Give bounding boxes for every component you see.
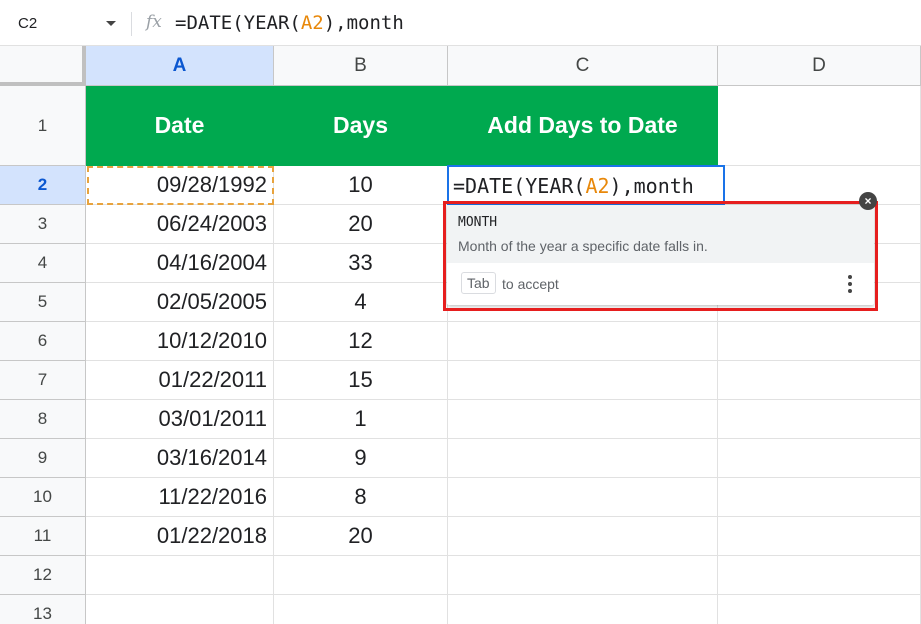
- header-cell-days[interactable]: Days: [274, 86, 448, 166]
- days-cell[interactable]: 15: [274, 361, 448, 400]
- row-header-11[interactable]: 11: [0, 517, 86, 556]
- days-cell[interactable]: 4: [274, 283, 448, 322]
- cell-d12[interactable]: [718, 556, 921, 595]
- date-cell[interactable]: 02/05/2005: [86, 283, 274, 322]
- cell-c13[interactable]: [448, 595, 718, 624]
- divider: [131, 12, 132, 36]
- date-cell[interactable]: 06/24/2003: [86, 205, 274, 244]
- date-cell[interactable]: 03/16/2014: [86, 439, 274, 478]
- header-cell-date[interactable]: Date: [86, 86, 274, 166]
- days-cell[interactable]: 1: [274, 400, 448, 439]
- days-cell[interactable]: 20: [274, 205, 448, 244]
- cell-b13[interactable]: [274, 595, 448, 624]
- cell-d9[interactable]: [718, 439, 921, 478]
- cell-c6[interactable]: [448, 322, 718, 361]
- cell-b12[interactable]: [274, 556, 448, 595]
- row-header-10[interactable]: 10: [0, 478, 86, 517]
- cell-d7[interactable]: [718, 361, 921, 400]
- date-cell[interactable]: 01/22/2018: [86, 517, 274, 556]
- editor-prefix: =DATE(YEAR(: [453, 174, 586, 198]
- row-header-12[interactable]: 12: [0, 556, 86, 595]
- column-header-b[interactable]: B: [274, 46, 448, 86]
- days-cell[interactable]: 8: [274, 478, 448, 517]
- column-header-c[interactable]: C: [448, 46, 718, 86]
- row-header-1[interactable]: 1: [0, 86, 86, 166]
- date-cell[interactable]: 11/22/2016: [86, 478, 274, 517]
- cell-d1[interactable]: [718, 86, 921, 166]
- suggestion-item[interactable]: MONTH Month of the year a specific date …: [447, 205, 874, 263]
- header-cell-add-days[interactable]: Add Days to Date: [448, 86, 718, 166]
- cell-c12[interactable]: [448, 556, 718, 595]
- row-header-13[interactable]: 13: [0, 595, 86, 624]
- row-header-7[interactable]: 7: [0, 361, 86, 400]
- name-box[interactable]: C2: [0, 0, 130, 46]
- formula-input[interactable]: =DATE(YEAR(A2),month: [175, 12, 404, 34]
- editor-suffix: ),month: [609, 174, 694, 198]
- select-all-corner[interactable]: [0, 46, 86, 86]
- row-header-8[interactable]: 8: [0, 400, 86, 439]
- days-cell[interactable]: 10: [274, 166, 448, 205]
- close-icon[interactable]: ×: [859, 192, 877, 210]
- days-cell[interactable]: 33: [274, 244, 448, 283]
- formula-cell-ref: A2: [300, 12, 324, 34]
- tab-key-hint: Tab: [461, 272, 496, 294]
- cell-c10[interactable]: [448, 478, 718, 517]
- cell-reference: C2: [18, 15, 38, 32]
- row-header-6[interactable]: 6: [0, 322, 86, 361]
- row-header-2[interactable]: 2: [0, 166, 86, 205]
- formula-bar: C2 fx =DATE(YEAR(A2),month: [0, 0, 921, 46]
- fx-icon: fx: [146, 12, 162, 32]
- cell-editor-c2[interactable]: =DATE(YEAR(A2),month: [447, 165, 725, 206]
- cell-a12[interactable]: [86, 556, 274, 595]
- date-cell[interactable]: 01/22/2011: [86, 361, 274, 400]
- cell-d8[interactable]: [718, 400, 921, 439]
- column-header-a[interactable]: A: [86, 46, 274, 86]
- cell-d2[interactable]: [718, 166, 921, 205]
- formula-prefix: =DATE(YEAR(: [175, 12, 301, 34]
- cell-d10[interactable]: [718, 478, 921, 517]
- cell-c8[interactable]: [448, 400, 718, 439]
- date-cell[interactable]: 03/01/2011: [86, 400, 274, 439]
- row-header-5[interactable]: 5: [0, 283, 86, 322]
- row-header-9[interactable]: 9: [0, 439, 86, 478]
- days-cell[interactable]: 12: [274, 322, 448, 361]
- accept-hint: to accept: [502, 276, 559, 292]
- popup-footer: Tab to accept: [447, 263, 874, 305]
- function-description: Month of the year a specific date falls …: [458, 238, 708, 254]
- chevron-down-icon[interactable]: [106, 21, 116, 26]
- editor-cell-ref: A2: [585, 174, 610, 198]
- formula-suffix: ),month: [323, 12, 404, 34]
- cell-c9[interactable]: [448, 439, 718, 478]
- row-header-3[interactable]: 3: [0, 205, 86, 244]
- function-name: MONTH: [458, 215, 498, 230]
- date-cell[interactable]: 10/12/2010: [86, 322, 274, 361]
- cell-d11[interactable]: [718, 517, 921, 556]
- days-cell[interactable]: 9: [274, 439, 448, 478]
- days-cell[interactable]: 20: [274, 517, 448, 556]
- function-suggestion-popup[interactable]: MONTH Month of the year a specific date …: [447, 205, 874, 305]
- cell-a13[interactable]: [86, 595, 274, 624]
- more-vert-icon[interactable]: [842, 273, 858, 295]
- date-cell[interactable]: 04/16/2004: [86, 244, 274, 283]
- row-header-4[interactable]: 4: [0, 244, 86, 283]
- cell-c7[interactable]: [448, 361, 718, 400]
- cell-c11[interactable]: [448, 517, 718, 556]
- column-header-d[interactable]: D: [718, 46, 921, 86]
- cell-d13[interactable]: [718, 595, 921, 624]
- cell-d6[interactable]: [718, 322, 921, 361]
- date-cell[interactable]: 09/28/1992: [86, 166, 274, 205]
